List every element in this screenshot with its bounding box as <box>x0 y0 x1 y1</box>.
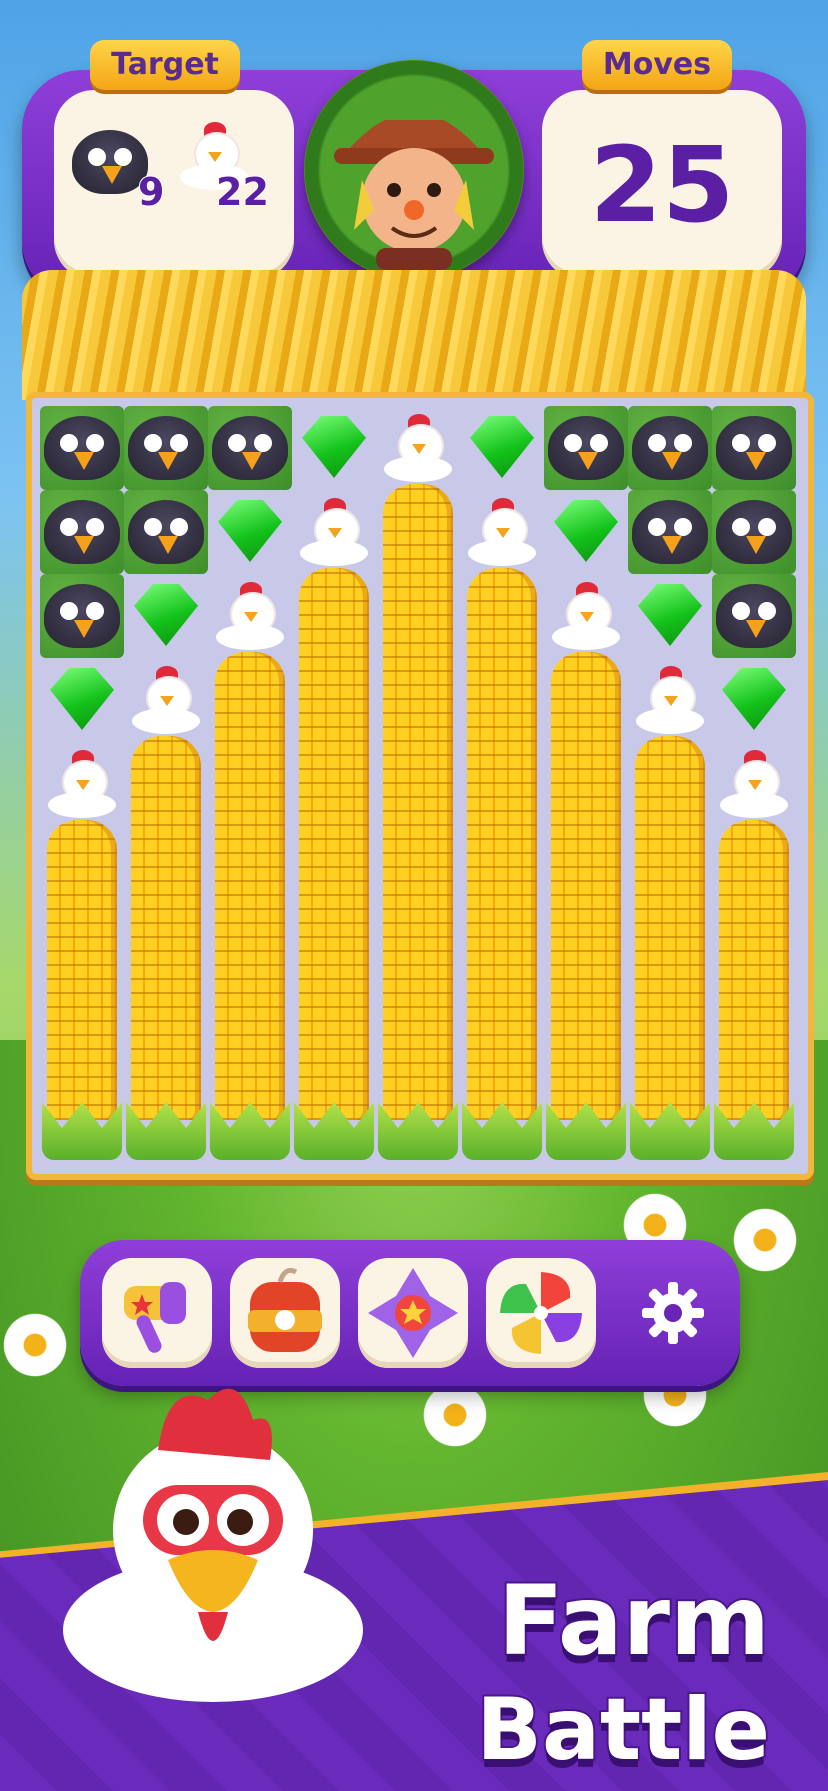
crow-piece[interactable] <box>40 574 124 658</box>
crow-piece[interactable] <box>628 406 712 490</box>
green-gem-piece[interactable] <box>208 490 292 574</box>
crow-icon <box>632 500 708 564</box>
crow-piece[interactable] <box>40 406 124 490</box>
hammer-icon <box>124 1282 186 1353</box>
chicken-icon <box>48 750 116 820</box>
corn-cob <box>131 736 201 1120</box>
corn-cob <box>467 568 537 1120</box>
green-gem-icon <box>722 668 786 730</box>
green-gem-piece[interactable] <box>292 406 376 490</box>
crow-icon <box>44 500 120 564</box>
green-gem-piece[interactable] <box>40 658 124 742</box>
crow-piece[interactable] <box>712 574 796 658</box>
chicken-icon <box>720 750 788 820</box>
crow-piece[interactable] <box>712 490 796 574</box>
bomb-icon <box>248 1267 322 1352</box>
crow-piece[interactable] <box>712 406 796 490</box>
target-crow: 9 <box>72 130 165 215</box>
green-gem-icon <box>50 668 114 730</box>
crow-icon <box>716 584 792 648</box>
chicken-mascot <box>48 1380 378 1710</box>
corn-cob <box>383 484 453 1120</box>
banner-title-battle: Battle <box>474 1678 772 1782</box>
daisy-decoration <box>730 1205 800 1275</box>
booster-bar <box>80 1240 740 1386</box>
chicken-piece[interactable] <box>628 658 712 742</box>
crow-icon <box>44 584 120 648</box>
crow-icon <box>72 130 148 194</box>
green-gem-piece[interactable] <box>712 658 796 742</box>
target-chicken: 22 <box>180 122 270 215</box>
crow-piece[interactable] <box>40 490 124 574</box>
level-header: Target 9 22 Moves 25 <box>22 40 806 302</box>
chicken-icon <box>216 582 284 652</box>
corn-cob <box>47 820 117 1120</box>
settings-button[interactable] <box>640 1280 706 1346</box>
chicken-icon <box>636 666 704 736</box>
chicken-icon <box>384 414 452 484</box>
crow-piece[interactable] <box>124 406 208 490</box>
crow-icon <box>632 416 708 480</box>
bomb-booster-button[interactable] <box>230 1258 340 1368</box>
scarecrow-icon <box>334 80 494 270</box>
crow-icon <box>548 416 624 480</box>
corn-cob <box>635 736 705 1120</box>
green-gem-icon <box>134 584 198 646</box>
pinwheel-icon <box>500 1272 582 1354</box>
crow-icon <box>128 500 204 564</box>
crow-piece[interactable] <box>208 406 292 490</box>
crow-icon <box>716 416 792 480</box>
chicken-piece[interactable] <box>40 742 124 826</box>
crow-piece[interactable] <box>628 490 712 574</box>
green-gem-piece[interactable] <box>460 406 544 490</box>
corn-cob <box>299 568 369 1120</box>
game-board[interactable] <box>26 392 814 1180</box>
chicken-icon <box>552 582 620 652</box>
cross-rocket-icon <box>368 1268 458 1358</box>
crow-target-count: 9 <box>137 169 165 215</box>
chicken-icon <box>300 498 368 568</box>
pinwheel-booster-button[interactable] <box>486 1258 596 1368</box>
crow-piece[interactable] <box>544 406 628 490</box>
green-gem-icon <box>302 416 366 478</box>
gear-icon <box>642 1282 704 1344</box>
chicken-piece[interactable] <box>544 574 628 658</box>
green-gem-piece[interactable] <box>124 574 208 658</box>
target-label: Target <box>90 40 240 90</box>
crow-piece[interactable] <box>124 490 208 574</box>
crow-icon <box>128 416 204 480</box>
banner-title-farm: Farm <box>496 1563 772 1679</box>
green-gem-icon <box>554 500 618 562</box>
crow-icon <box>716 500 792 564</box>
moves-remaining: 25 <box>589 124 735 246</box>
corn-cob <box>215 652 285 1120</box>
chicken-piece[interactable] <box>376 406 460 490</box>
daisy-decoration <box>420 1380 490 1450</box>
chicken-piece[interactable] <box>460 490 544 574</box>
hammer-booster-button[interactable] <box>102 1258 212 1368</box>
corn-cob <box>719 820 789 1120</box>
chicken-piece[interactable] <box>292 490 376 574</box>
moves-label: Moves <box>582 40 732 90</box>
crow-icon <box>44 416 120 480</box>
green-gem-icon <box>638 584 702 646</box>
chicken-icon <box>468 498 536 568</box>
chicken-piece[interactable] <box>124 658 208 742</box>
chicken-piece[interactable] <box>208 574 292 658</box>
rocket-booster-button[interactable] <box>358 1258 468 1368</box>
chicken-piece[interactable] <box>712 742 796 826</box>
chicken-target-count: 22 <box>215 169 270 215</box>
green-gem-icon <box>470 416 534 478</box>
green-gem-piece[interactable] <box>628 574 712 658</box>
crow-icon <box>212 416 288 480</box>
green-gem-icon <box>218 500 282 562</box>
corn-cob <box>551 652 621 1120</box>
chicken-icon <box>132 666 200 736</box>
chicken-mascot-icon <box>63 1388 363 1702</box>
scarecrow-avatar <box>304 60 524 280</box>
green-gem-piece[interactable] <box>544 490 628 574</box>
wheat-field <box>22 270 806 400</box>
daisy-decoration <box>0 1310 70 1380</box>
